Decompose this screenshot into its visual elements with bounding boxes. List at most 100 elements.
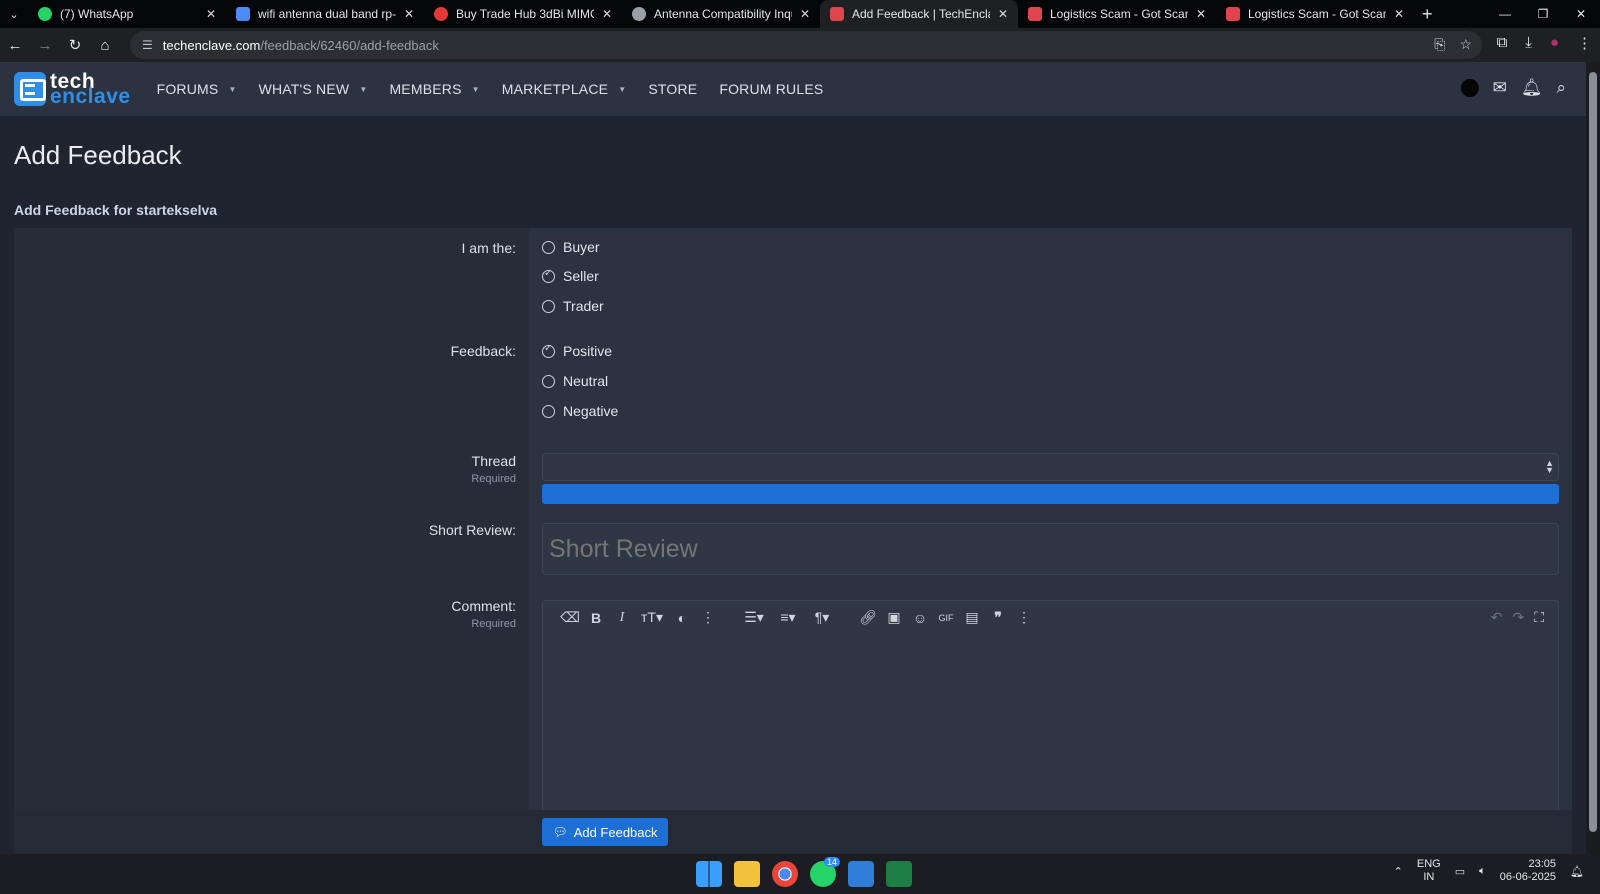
short-review-input[interactable] — [542, 523, 1559, 575]
browser-tab[interactable]: Antenna Compatibility Inquiry ✕ — [622, 0, 820, 28]
radio-circle-checked[interactable] — [542, 268, 555, 283]
home-icon[interactable]: ⌂ — [90, 37, 120, 54]
palette-icon[interactable]: ◐ — [669, 610, 695, 626]
radio-circle[interactable] — [542, 374, 555, 388]
radio-seller[interactable]: Seller — [542, 268, 599, 284]
notification-icon[interactable]: 🔔︎ — [1570, 865, 1584, 878]
radio-neutral[interactable]: Neutral — [542, 373, 608, 389]
scrollbar-thumb[interactable] — [1589, 72, 1597, 832]
eraser-icon[interactable]: ⌫ — [557, 609, 583, 626]
radio-circle[interactable] — [542, 240, 555, 254]
close-icon[interactable]: ✕ — [206, 7, 216, 21]
more-options-icon[interactable]: ⋮ — [1011, 609, 1037, 626]
close-icon[interactable]: ✕ — [1394, 7, 1404, 21]
list-icon[interactable]: ☰▾ — [737, 609, 771, 626]
close-icon[interactable]: ✕ — [404, 7, 414, 21]
avatar[interactable] — [1460, 79, 1479, 97]
caret-down-icon[interactable]: ▼ — [228, 85, 236, 94]
font-size-icon[interactable]: тT▾ — [635, 609, 669, 626]
quote-icon[interactable]: ❞ — [985, 609, 1011, 626]
window-controls: — ❐ ✕ — [1486, 0, 1600, 28]
fullscreen-icon[interactable]: ⛶ — [1534, 609, 1544, 626]
browser-tab-active[interactable]: Add Feedback | TechEnclave - | ✕ — [820, 0, 1018, 28]
site-info-icon[interactable]: ☰ — [142, 38, 153, 52]
radio-circle[interactable] — [542, 404, 555, 418]
minimize-icon[interactable]: — — [1486, 0, 1524, 28]
media-icon[interactable]: ▤ — [959, 609, 985, 626]
radio-negative[interactable]: Negative — [542, 403, 618, 419]
radio-positive[interactable]: Positive — [542, 343, 612, 359]
nav-members[interactable]: MEMBERS ▼ — [389, 81, 479, 97]
paragraph-icon[interactable]: ¶▾ — [805, 609, 839, 626]
caret-down-icon[interactable]: ▼ — [472, 85, 480, 94]
back-icon[interactable]: ← — [0, 37, 30, 54]
editor-toolbar: ⌫ B I тT▾ ◐ ⋮ ☰▾ ≡▾ ¶▾ 🔗︎ ▣ ☺ GIF ▤ ❞ ⋮ — [557, 609, 1037, 626]
radio-circle[interactable] — [542, 299, 555, 313]
site-logo[interactable]: tech enclave — [14, 71, 131, 107]
search-icon[interactable]: ⌕ — [1556, 78, 1566, 98]
gif-icon[interactable]: GIF — [933, 613, 959, 623]
volume-icon[interactable]: 🔈︎ — [1479, 865, 1486, 878]
link-icon[interactable]: 🔗︎ — [855, 609, 881, 626]
nav-forums[interactable]: FORUMS ▼ — [157, 81, 237, 97]
close-icon[interactable]: ✕ — [998, 7, 1008, 21]
extensions-icon[interactable]: ⧉ — [1497, 34, 1508, 52]
bold-icon[interactable]: B — [583, 610, 609, 626]
close-icon[interactable]: ✕ — [800, 7, 810, 21]
tab-title: (7) WhatsApp — [60, 7, 134, 21]
browser-tab[interactable]: wifi antenna dual band rp-sma ✕ — [226, 0, 424, 28]
restore-icon[interactable]: ❐ — [1524, 0, 1562, 28]
language-indicator[interactable]: ENG IN — [1417, 858, 1441, 884]
thread-select[interactable]: ▲ ▼ — [542, 453, 1559, 481]
thread-label: Thread — [471, 453, 516, 469]
chrome-icon[interactable] — [772, 861, 798, 887]
network-icon[interactable]: ▭ — [1455, 865, 1465, 878]
bookmark-star-icon[interactable]: ☆ — [1459, 36, 1472, 53]
nav-whats-new[interactable]: WHAT'S NEW ▼ — [259, 81, 368, 97]
caret-down-icon[interactable]: ▼ — [618, 85, 626, 94]
italic-icon[interactable]: I — [609, 610, 635, 626]
undo-icon[interactable]: ↶ — [1491, 609, 1503, 626]
emoji-icon[interactable]: ☺ — [907, 610, 933, 626]
address-bar[interactable]: ☰ techenclave.com/feedback/62460/add-fee… — [130, 31, 1482, 59]
chevron-up-icon[interactable]: ⌃ — [1394, 865, 1403, 878]
bell-icon[interactable]: 🔔︎ — [1521, 78, 1543, 98]
browser-tab[interactable]: Buy Trade Hub 3dBi MIMO RP- ✕ — [424, 0, 622, 28]
new-tab-button[interactable]: + — [1422, 4, 1433, 25]
nav-marketplace[interactable]: MARKETPLACE ▼ — [502, 81, 627, 97]
photos-icon[interactable] — [848, 861, 874, 887]
download-icon[interactable]: ⤓ — [1525, 34, 1532, 52]
browser-tab[interactable]: (7) WhatsApp ✕ — [28, 0, 226, 28]
radio-buyer[interactable]: Buyer — [542, 239, 600, 255]
radio-circle-checked[interactable] — [542, 343, 555, 358]
inbox-icon[interactable]: ✉ — [1493, 78, 1507, 98]
install-app-icon[interactable]: ⎘ — [1434, 36, 1445, 53]
add-feedback-button[interactable]: 💬︎ Add Feedback — [542, 818, 668, 846]
excel-icon[interactable] — [886, 861, 912, 887]
nav-forum-rules[interactable]: FORUM RULES — [719, 81, 823, 97]
redo-icon[interactable]: ↷ — [1512, 609, 1524, 626]
menu-kebab-icon[interactable]: ⋮ — [1577, 34, 1592, 52]
start-windows-icon[interactable] — [696, 861, 722, 887]
file-explorer-icon[interactable] — [734, 861, 760, 887]
align-icon[interactable]: ≡▾ — [771, 609, 805, 626]
page-scrollbar[interactable] — [1586, 62, 1600, 854]
profile-icon[interactable]: ● — [1550, 34, 1559, 52]
techenclave-favicon-icon — [1226, 7, 1240, 21]
close-window-icon[interactable]: ✕ — [1562, 0, 1600, 28]
browser-tab[interactable]: Logistics Scam - Got Scammed ✕ — [1216, 0, 1414, 28]
close-icon[interactable]: ✕ — [1196, 7, 1206, 21]
clock[interactable]: 23:05 06-06-2025 — [1500, 858, 1556, 884]
caret-down-icon[interactable]: ▼ — [359, 85, 367, 94]
browser-tab[interactable]: Logistics Scam - Got Scammed ✕ — [1018, 0, 1216, 28]
image-icon[interactable]: ▣ — [881, 609, 907, 626]
nav-store[interactable]: STORE — [648, 81, 697, 97]
reload-icon[interactable]: ↻ — [60, 36, 90, 54]
tab-search-icon[interactable]: ⌄ — [0, 8, 28, 21]
whatsapp-icon[interactable]: 14 — [810, 857, 840, 887]
radio-trader[interactable]: Trader — [542, 298, 604, 314]
more-options-icon[interactable]: ⋮ — [695, 609, 721, 626]
forward-icon[interactable]: → — [30, 37, 60, 54]
comment-editor[interactable]: ⌫ B I тT▾ ◐ ⋮ ☰▾ ≡▾ ¶▾ 🔗︎ ▣ ☺ GIF ▤ ❞ ⋮ … — [542, 600, 1559, 822]
close-icon[interactable]: ✕ — [602, 7, 612, 21]
